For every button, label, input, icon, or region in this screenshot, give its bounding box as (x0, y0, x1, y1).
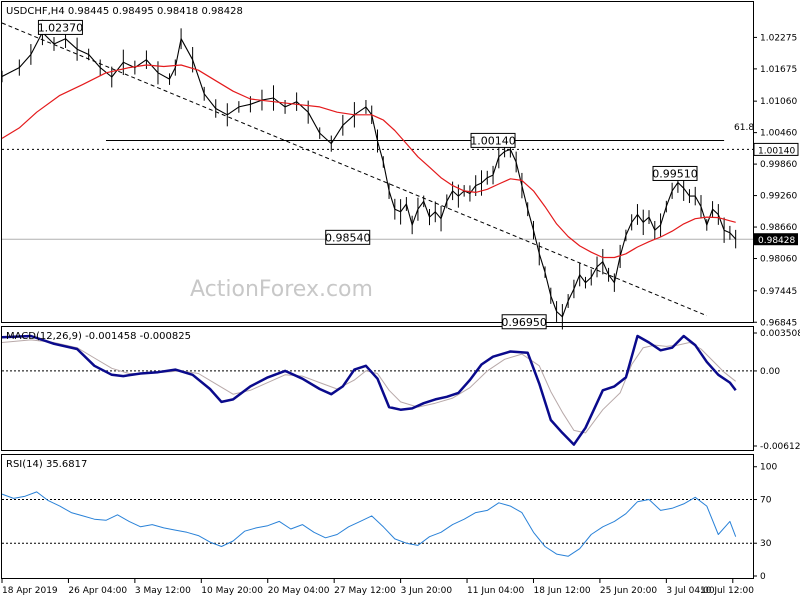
fib-label: 61.8 (734, 123, 754, 133)
price-tick-label: 1.00460 (760, 129, 797, 139)
price-tick-label: 1.02275 (760, 33, 797, 43)
price-title: USDCHF,H4 0.98445 0.98495 0.98418 0.9842… (6, 6, 243, 17)
price-pane (1, 1, 754, 323)
current-price-label: 0.98428 (758, 236, 795, 246)
macd-tick-label: 0.00 (760, 367, 780, 377)
price-tick-label: 0.99860 (760, 160, 797, 170)
fib-value-label: 1.00140 (758, 146, 795, 156)
time-tick-label: 3 May 12:00 (135, 586, 191, 596)
time-axis: 18 Apr 2019 26 Apr 04:00 3 May 12:00 10 May… (1, 579, 754, 596)
chart-root: ActionForex.com 1.02370 0.98540 1.00140 0.9… (1, 1, 800, 596)
price-tick-label: 0.96845 (760, 318, 797, 328)
price-annotation: 0.98540 (325, 229, 371, 245)
price-tick-label: 0.98660 (760, 223, 797, 233)
price-annotation: 1.02370 (38, 19, 84, 35)
price-annotation: 0.96950 (501, 314, 547, 330)
time-tick-label: 20 May 04:00 (268, 586, 330, 596)
time-tick-label: 27 May 12:00 (334, 586, 396, 596)
annotation-label: 1.02370 (38, 21, 84, 34)
annotation-label: 0.99510 (652, 167, 698, 180)
time-tick-label: 25 Jun 20:00 (600, 586, 657, 596)
macd-tick-label: 0.003508 (760, 329, 800, 339)
price-tick-label: 1.01675 (760, 65, 797, 75)
rsi-title: RSI(14) 35.6817 (6, 459, 87, 470)
macd-axis: 0.003508 0.00 -0.006121 (753, 329, 800, 452)
price-annotation: 0.99510 (652, 165, 698, 181)
time-tick-label: 26 Apr 04:00 (68, 586, 127, 596)
macd-tick-label: -0.006121 (760, 442, 800, 452)
watermark: ActionForex.com (190, 277, 373, 302)
price-tick-label: 0.97445 (760, 287, 797, 297)
rsi-tick-label: 100 (760, 463, 777, 473)
time-tick-label: 10 Jul 12:00 (700, 586, 754, 596)
rsi-tick-label: 30 (760, 539, 772, 549)
time-tick-label: 18 Jun 12:00 (533, 586, 590, 596)
price-tick-label: 0.99260 (760, 192, 797, 202)
rsi-axis: 100 70 30 0 (753, 463, 777, 582)
time-tick-label: 3 Jun 20:00 (401, 586, 453, 596)
price-axis: 1.02275 1.01675 1.01060 1.00460 0.99860 0.992… (753, 33, 799, 328)
rsi-tick-label: 70 (760, 496, 772, 506)
annotation-label: 0.96950 (501, 316, 547, 329)
time-tick-label: 11 Jun 04:00 (467, 586, 524, 596)
price-tick-label: 0.98060 (760, 255, 797, 265)
time-tick-label: 18 Apr 2019 (2, 586, 58, 596)
time-tick-label: 10 May 20:00 (201, 586, 263, 596)
annotation-label: 1.00140 (470, 134, 516, 147)
price-tick-label: 1.01060 (760, 97, 797, 107)
macd-title: MACD(12,26,9) -0.001458 -0.000825 (6, 331, 191, 342)
macd-pane (1, 326, 754, 451)
rsi-tick-label: 0 (760, 572, 766, 582)
annotation-label: 0.98540 (325, 231, 371, 244)
price-annotation: 1.00140 (470, 132, 516, 148)
